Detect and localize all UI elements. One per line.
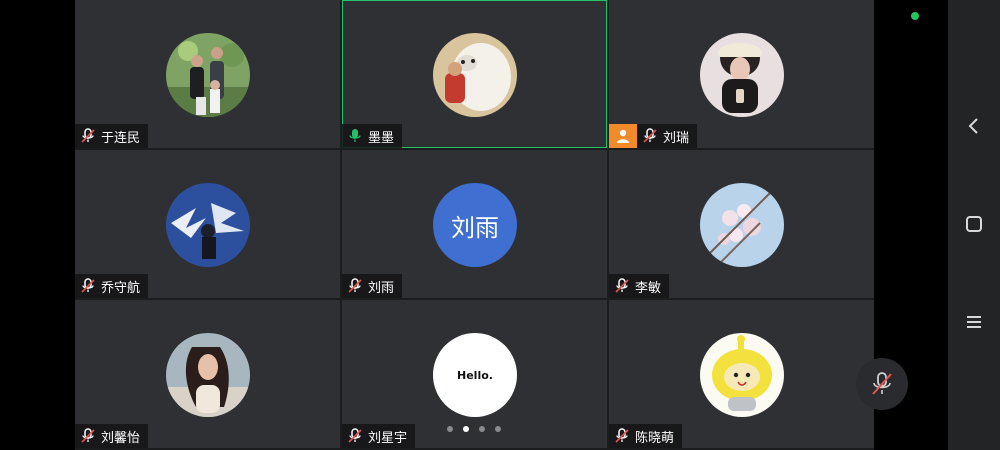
participant-tile-2[interactable]: 墨墨 [342, 0, 607, 148]
family-photo-avatar [166, 33, 250, 117]
mic-off-icon [348, 428, 362, 443]
participant-name: 乔守航 [101, 280, 141, 296]
avatar [700, 33, 784, 117]
page-indicator[interactable] [447, 426, 501, 432]
status-dot [911, 12, 919, 20]
girl-hat-photo-avatar [700, 33, 784, 117]
nav-menu-button[interactable] [960, 308, 988, 336]
name-tag: 陈晓萌 [609, 424, 683, 448]
blue-art-photo-avatar [166, 183, 250, 267]
participant-name: 李敏 [635, 280, 662, 296]
mic-icon [349, 129, 361, 142]
participant-name: 陈晓萌 [635, 430, 675, 446]
name-tag: 刘馨怡 [75, 424, 149, 448]
system-nav-bar [948, 0, 1000, 450]
participant-tile-1[interactable]: 于连民 [75, 0, 340, 148]
participant-name: 刘雨 [368, 280, 395, 296]
hello-avatar-text: Hello. [457, 368, 493, 382]
name-tag: 李敏 [609, 274, 670, 298]
mic-off-icon [81, 278, 95, 293]
video-grid: 于连民 墨墨 刘瑞 乔守航 刘雨 刘雨 李敏 刘馨怡 Hello. 刘星宇 陈晓… [75, 0, 874, 450]
nav-back-button[interactable] [960, 112, 988, 140]
name-tag: 乔守航 [75, 274, 149, 298]
avatar [700, 183, 784, 267]
menu-icon [967, 316, 981, 328]
home-icon [966, 216, 982, 232]
participant-tile-7[interactable]: 刘馨怡 [75, 300, 340, 448]
avatar: Hello. [433, 333, 517, 417]
host-person-icon [617, 129, 629, 143]
avatar [166, 33, 250, 117]
mic-off-icon [348, 278, 362, 293]
robot-photo-avatar [433, 33, 517, 117]
participant-tile-9[interactable]: 陈晓萌 [609, 300, 874, 448]
participant-tile-3[interactable]: 刘瑞 [609, 0, 874, 148]
participant-name: 墨墨 [368, 130, 395, 146]
left-edge [0, 0, 75, 450]
name-tag: 于连民 [75, 124, 149, 148]
nav-home-button[interactable] [960, 210, 988, 238]
avatar [166, 183, 250, 267]
host-badge [609, 124, 637, 148]
participant-name: 刘馨怡 [101, 430, 141, 446]
avatar [433, 33, 517, 117]
page-dot-4[interactable] [495, 426, 501, 432]
name-tag: 刘雨 [342, 274, 403, 298]
initials-avatar-text: 刘雨 [451, 213, 499, 242]
name-tag: 刘瑞 [637, 124, 698, 148]
mic-off-icon [872, 372, 892, 395]
page-dot-1[interactable] [447, 426, 453, 432]
mic-off-icon [81, 128, 95, 143]
participant-name: 刘瑞 [663, 130, 690, 146]
mic-off-icon [615, 428, 629, 443]
blossom-photo-avatar [700, 183, 784, 267]
page-dot-3[interactable] [479, 426, 485, 432]
avatar: 刘雨 [433, 183, 517, 267]
name-tag: 墨墨 [342, 124, 403, 148]
portrait-sea-photo-avatar [166, 333, 250, 417]
avatar [166, 333, 250, 417]
mic-off-icon [643, 128, 657, 143]
page-dot-2[interactable] [463, 426, 469, 432]
mic-off-icon [615, 278, 629, 293]
name-tag: 刘星宇 [342, 424, 416, 448]
participant-tile-4[interactable]: 乔守航 [75, 150, 340, 298]
mic-off-icon [81, 428, 95, 443]
participant-tile-5[interactable]: 刘雨 刘雨 [342, 150, 607, 298]
participant-tile-6[interactable]: 李敏 [609, 150, 874, 298]
back-icon [968, 118, 978, 134]
avatar [700, 333, 784, 417]
participant-name: 于连民 [101, 130, 141, 146]
yellow-cartoon-avatar [700, 333, 784, 417]
mic-toggle-button[interactable] [856, 358, 908, 410]
participant-name: 刘星宇 [368, 430, 408, 446]
